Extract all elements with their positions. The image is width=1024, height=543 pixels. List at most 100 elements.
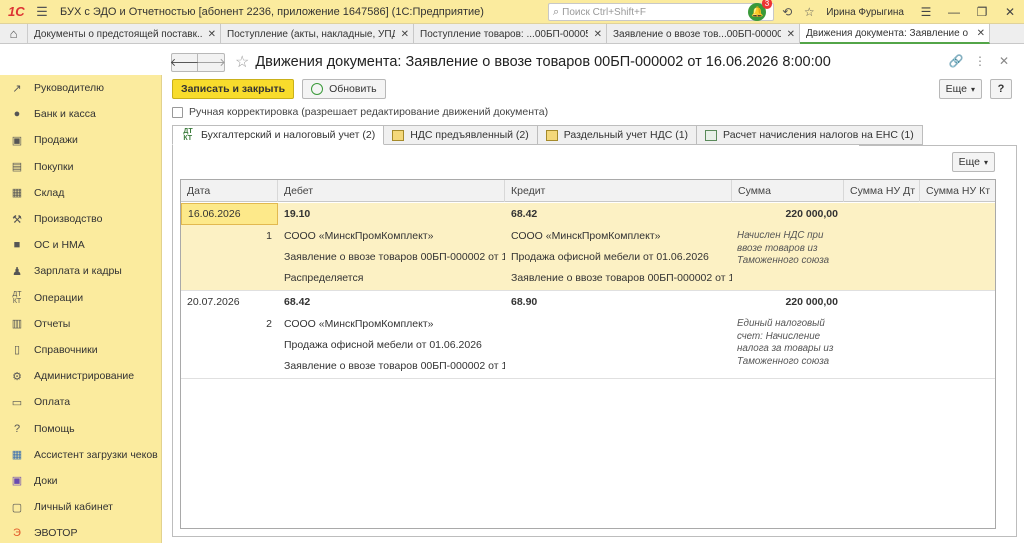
window-tab[interactable]: Поступление товаров: ...00БП-000057 ✕ (414, 24, 607, 44)
window-tab[interactable]: Заявление о ввозе тов...00БП-000002 ✕ (607, 24, 800, 44)
manual-correction-label: Ручная корректировка (разрешает редактир… (189, 106, 549, 118)
row-date[interactable]: 20.07.2026 (181, 291, 278, 313)
column-header-credit[interactable]: Кредит (505, 180, 732, 202)
menu-icon[interactable]: ☰ (32, 0, 52, 24)
cart-icon: ▣ (11, 134, 23, 147)
search-icon: ⌕ (553, 5, 560, 18)
sidebar-item-label: Доки (34, 474, 58, 487)
tab-accounting[interactable]: ДТ КТ Бухгалтерский и налоговый учет (2) (172, 125, 385, 145)
tab-ens-tax[interactable]: Расчет начисления налогов на ЕНС (1) (697, 125, 923, 145)
back-button[interactable]: 🡐 (170, 52, 199, 72)
row-debit-account[interactable]: 19.10 (278, 203, 505, 225)
row-debit-subconto[interactable]: Распределяется (278, 267, 505, 289)
save-and-close-button[interactable]: Записать и закрыть (172, 79, 295, 99)
row-credit-account[interactable]: 68.42 (505, 203, 732, 225)
sidebar-item-operations[interactable]: ДТ КТ Операции (0, 285, 161, 311)
column-header-sum[interactable]: Сумма (732, 180, 844, 202)
window-tab-active[interactable]: Движения документа: Заявление о ... ✕ (800, 24, 990, 44)
sidebar-item-salary[interactable]: ♟ Зарплата и кадры (0, 258, 161, 284)
close-window-icon[interactable]: ✕ (996, 5, 1024, 19)
sidebar-item-help[interactable]: ? Помощь (0, 415, 161, 441)
sidebar-item-receipts[interactable]: ▦ Ассистент загрузки чеков (0, 442, 161, 468)
sidebar-item-references[interactable]: ▯ Справочники (0, 337, 161, 363)
tab-vat-presented[interactable]: НДС предъявленный (2) (384, 125, 538, 145)
window-tab[interactable]: Поступление (акты, накладные, УПД) ✕ (221, 24, 414, 44)
sidebar-item-reports[interactable]: ▥ Отчеты (0, 311, 161, 337)
sidebar-item-production[interactable]: ⚒ Производство (0, 206, 161, 232)
settings-menu-icon[interactable]: ☰ (912, 5, 940, 19)
column-header-date[interactable]: Дата (181, 180, 278, 202)
row-debit-subconto[interactable]: СООО «МинскПромКомплект» (278, 313, 505, 335)
user-name[interactable]: Ирина Фурыгина (826, 7, 904, 18)
row-debit-account[interactable]: 68.42 (278, 291, 505, 313)
tab-separate-vat[interactable]: Раздельный учет НДС (1) (537, 125, 698, 145)
table-row[interactable]: 16.06.2026 19.10 68.42 220 000,00 1 СООО… (181, 203, 995, 290)
favorites-star-icon[interactable]: ☆ (798, 5, 820, 19)
close-tab-icon[interactable]: ✕ (977, 28, 985, 39)
sidebar-item-admin[interactable]: ⚙ Администрирование (0, 363, 161, 389)
history-icon[interactable]: ⟲ (776, 5, 798, 19)
account-icon: ▢ (11, 501, 23, 514)
column-header-sum-nu-dt[interactable]: Сумма НУ Дт (844, 180, 920, 202)
window-tab[interactable]: Документы о предстоящей поставк... ✕ (28, 24, 221, 44)
sidebar-item-docs[interactable]: ▣ Доки (0, 468, 161, 494)
close-tab-icon[interactable]: ✕ (208, 29, 216, 40)
grid-more-button[interactable]: Еще ▾ (951, 152, 995, 172)
row-credit-subconto[interactable] (505, 313, 732, 335)
row-debit-subconto[interactable]: Продажа офисной мебели от 01.06.2026 (278, 334, 505, 356)
close-tab-icon[interactable]: ✕ (787, 29, 795, 40)
restore-icon[interactable]: ❐ (968, 5, 996, 19)
column-header-sum-nu-kt[interactable]: Сумма НУ Кт (920, 180, 995, 202)
coin-icon: ● (13, 108, 21, 121)
row-credit-subconto[interactable]: СООО «МинскПромКомплект» (505, 225, 732, 247)
row-debit-subconto[interactable]: Заявление о ввозе товаров 00БП-000002 от… (278, 355, 505, 377)
row-credit-subconto[interactable]: Заявление о ввозе товаров 00БП-000002 от… (505, 267, 732, 289)
sidebar-item-manager[interactable]: ↗ Руководителю (0, 75, 161, 101)
sidebar-item-payment[interactable]: ▭ Оплата (0, 389, 161, 415)
row-credit-subconto[interactable]: Продажа офисной мебели от 01.06.2026 (505, 246, 732, 268)
close-tab-icon[interactable]: ✕ (594, 29, 602, 40)
refresh-button[interactable]: Обновить (302, 79, 386, 99)
help-button[interactable]: ? (990, 79, 1012, 99)
row-date[interactable]: 16.06.2026 (181, 203, 278, 225)
search-input[interactable] (562, 6, 763, 18)
search-box[interactable]: ⌕ (548, 3, 774, 21)
more-vertical-icon[interactable]: ⋮ (968, 54, 992, 68)
column-header-debit[interactable]: Дебет (278, 180, 505, 202)
sidebar-item-warehouse[interactable]: ▦ Склад (0, 180, 161, 206)
row-credit-subconto[interactable] (505, 355, 732, 377)
notifications-bell-icon[interactable]: 🔔 3 (748, 0, 773, 21)
favorite-star-icon[interactable]: ☆ (235, 52, 249, 72)
home-icon[interactable]: ⌂ (0, 24, 28, 43)
row-sum[interactable]: 220 000,00 (732, 203, 844, 225)
row-debit-subconto[interactable]: СООО «МинскПромКомплект» (278, 225, 505, 247)
app-title: БУХ с ЭДО и Отчетностью [абонент 2236, п… (60, 5, 484, 18)
close-form-icon[interactable]: ✕ (992, 54, 1016, 68)
close-tab-icon[interactable]: ✕ (401, 29, 409, 40)
sidebar-item-purchases[interactable]: ▤ Покупки (0, 154, 161, 180)
basket-icon: ▤ (11, 161, 23, 174)
nav-row: 🡐 🡒 ☆ Движения документа: Заявление о вв… (170, 52, 831, 72)
row-credit-account[interactable]: 68.90 (505, 291, 732, 313)
forward-button[interactable]: 🡒 (196, 52, 226, 72)
warehouse-icon: ▦ (11, 187, 23, 200)
table-row[interactable]: 20.07.2026 68.42 68.90 220 000,00 2 СООО… (181, 291, 995, 378)
tab-label: Расчет начисления налогов на ЕНС (1) (723, 129, 914, 141)
minimize-icon[interactable]: — (940, 5, 968, 19)
sidebar-item-label: Зарплата и кадры (34, 265, 122, 278)
sidebar-item-assets[interactable]: ■ ОС и НМА (0, 232, 161, 258)
register-icon (392, 129, 405, 141)
doc-tabs: ДТ КТ Бухгалтерский и налоговый учет (2) Н… (172, 125, 923, 145)
row-sum[interactable]: 220 000,00 (732, 291, 844, 313)
more-button[interactable]: Еще ▾ (938, 79, 982, 99)
manual-correction-checkbox[interactable] (172, 106, 183, 118)
sidebar-item-sales[interactable]: ▣ Продажи (0, 127, 161, 153)
manual-correction-row[interactable]: Ручная корректировка (разрешает редактир… (172, 106, 548, 118)
sidebar-item-account[interactable]: ▢ Личный кабинет (0, 494, 161, 520)
sidebar-item-bank[interactable]: ● Банк и касса (0, 101, 161, 127)
sidebar-item-evotor[interactable]: Э ЭВОТОР (0, 520, 161, 543)
link-icon[interactable]: 🔗 (944, 54, 968, 68)
row-credit-subconto[interactable] (505, 334, 732, 356)
window-tab-label: Поступление товаров: ...00БП-000057 (420, 28, 588, 40)
row-debit-subconto[interactable]: Заявление о ввозе товаров 00БП-000002 от… (278, 246, 505, 268)
